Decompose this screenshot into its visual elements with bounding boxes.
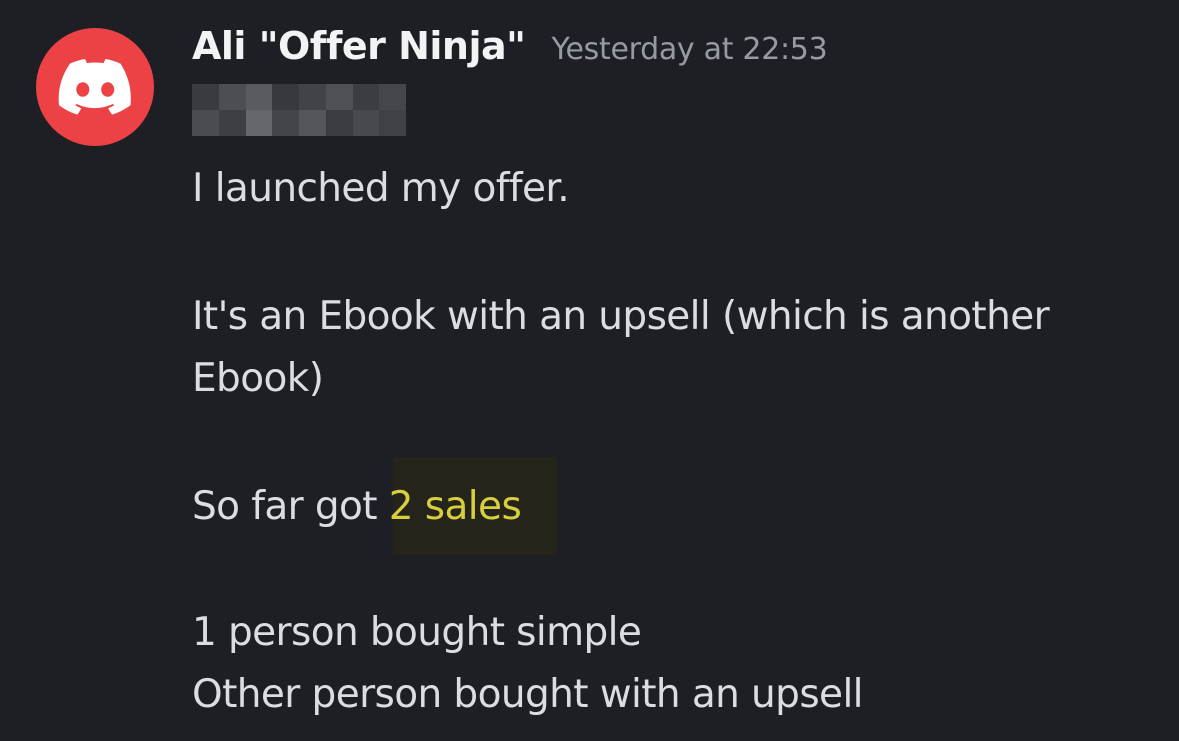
highlighted-sales-text: 2 sales xyxy=(388,484,522,529)
message-line-4-prefix: So far got xyxy=(192,484,389,529)
redacted-role-pixelated xyxy=(192,84,406,136)
message-line-4: So far got 2 sales xyxy=(192,476,522,538)
message-line-2: It's an Ebook with an upsell (which is a… xyxy=(192,294,1050,339)
message-header: Ali "Offer Ninja" Yesterday at 22:53 xyxy=(192,24,828,76)
timestamp[interactable]: Yesterday at 22:53 xyxy=(551,32,827,67)
message-line-6: Other person bought with an upsell xyxy=(192,672,864,717)
discord-logo-icon xyxy=(58,59,131,115)
message-line-1: I launched my offer. xyxy=(192,166,570,211)
message-line-5: 1 person bought simple xyxy=(192,610,642,655)
username[interactable]: Ali "Offer Ninja" xyxy=(192,24,526,68)
message-line-3: Ebook) xyxy=(192,356,324,401)
avatar[interactable] xyxy=(36,28,154,146)
